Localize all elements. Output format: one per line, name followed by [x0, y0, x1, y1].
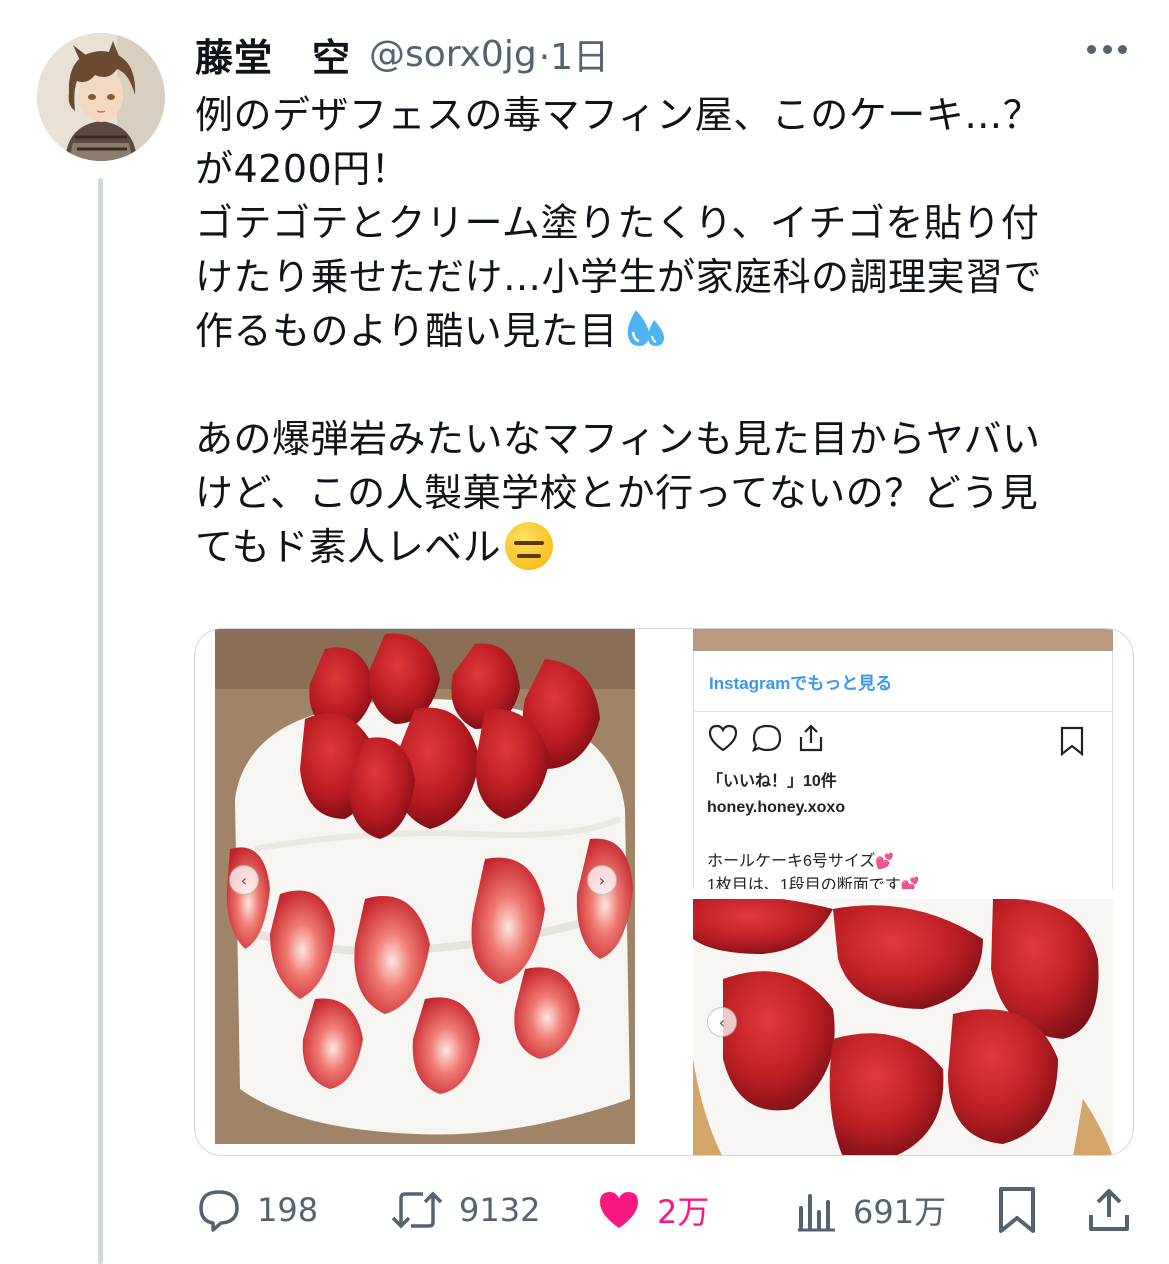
like-button[interactable]: 2万 [595, 1182, 709, 1238]
tweet-line-with-emoji: 作るものより酷い見た目 [195, 304, 1135, 358]
like-count: 2万 [657, 1193, 710, 1231]
bookmark-button[interactable] [995, 1182, 1053, 1238]
carousel-next-icon[interactable]: › [587, 865, 617, 895]
carousel-prev-icon[interactable]: ‹ [707, 1007, 737, 1037]
tweet-line: てもド素人レベル [195, 525, 502, 569]
views-chart-icon [798, 1194, 835, 1232]
instagram-username[interactable]: honey.honey.xoxo [707, 799, 845, 817]
carousel-prev-icon[interactable]: ‹ [229, 865, 259, 895]
heart-filled-icon [600, 1192, 638, 1228]
avatar[interactable] [37, 33, 165, 161]
instagram-comment-icon[interactable] [751, 723, 783, 753]
share-button[interactable] [1085, 1182, 1147, 1238]
instagram-caption-text: ホールケーキ6号サイズ [707, 853, 876, 870]
instagram-actions [707, 723, 827, 753]
instagram-caption-line: 1枚目は、1段目の断面です💕 [707, 871, 920, 889]
expressionless-face-emoji-icon [505, 522, 554, 570]
reply-icon [199, 1190, 239, 1232]
reply-button[interactable]: 198 [195, 1182, 318, 1238]
tweet-line: ゴテゴテとクリーム塗りたくり、イチゴを貼り付 [195, 201, 1040, 245]
retweet-count: 9132 [459, 1191, 541, 1229]
tweet-media[interactable]: ‹ › Instagramでもっと見る 「いいね！」10件 honey.hone… [194, 628, 1134, 1156]
instagram-bookmark-icon[interactable] [1059, 725, 1085, 757]
tweet-time[interactable]: ·1日 [539, 28, 609, 80]
tweet-line: 作るものより酷い見た目 [195, 309, 618, 353]
thread-line [98, 178, 103, 1264]
instagram-caption-text: 1枚目は、1段目の断面です [707, 877, 901, 889]
author-display-name[interactable]: 藤堂 空 [195, 27, 351, 82]
views-count: 691万 [853, 1193, 947, 1231]
tweet-header: 藤堂 空 @sorx0jg ·1日 [195, 26, 609, 82]
retweet-icon [391, 1191, 443, 1229]
instagram-separator [693, 711, 1113, 712]
sweat-droplets-emoji-icon [622, 306, 668, 352]
share-icon [1089, 1189, 1129, 1231]
tweet-line-with-emoji: てもド素人レベル [195, 520, 1135, 574]
strawberry-top-photo[interactable]: ‹ [693, 899, 1113, 1155]
tweet-line: が4200円！ [195, 147, 410, 191]
two-hearts-icon: 💕 [875, 853, 895, 870]
instagram-share-icon[interactable] [795, 723, 827, 753]
tweet-line: あの爆弾岩みたいなマフィンも見た目からヤバい [195, 417, 1041, 461]
instagram-heart-icon[interactable] [707, 723, 739, 753]
media-divider [635, 629, 693, 1155]
anime-avatar-icon [37, 33, 165, 161]
instagram-caption-line: ホールケーキ6号サイズ💕 [707, 847, 894, 871]
instagram-likes: 「いいね！」10件 [707, 773, 837, 790]
retweet-button[interactable]: 9132 [389, 1182, 540, 1238]
tweet-text: 例のデザフェスの毒マフィン屋、このケーキ…？ が4200円！ ゴテゴテとクリーム… [195, 88, 1135, 574]
tweet-actions: 198 9132 2万 691万 [195, 1182, 1135, 1238]
reply-count: 198 [257, 1191, 319, 1229]
views-button[interactable]: 691万 [795, 1182, 946, 1238]
author-handle[interactable]: @sorx0jg [369, 34, 537, 75]
tweet-line: 例のデザフェスの毒マフィン屋、このケーキ…？ [195, 93, 1042, 137]
tweet-line: けど、この人製菓学校とか行ってないの？どう見 [195, 471, 1039, 515]
tweet-line: けたり乗せただけ…小学生が家庭科の調理実習で [195, 255, 1043, 299]
instagram-embed[interactable]: Instagramでもっと見る 「いいね！」10件 honey.honey.xo… [693, 629, 1113, 889]
instagram-image-strip [693, 629, 1113, 651]
strawberry-cake-photo[interactable]: ‹ › [215, 629, 635, 1144]
two-hearts-icon: 💕 [900, 877, 920, 889]
more-options-icon[interactable] [1087, 42, 1127, 56]
instagram-more-link[interactable]: Instagramでもっと見る [709, 669, 892, 694]
bookmark-icon [999, 1187, 1035, 1233]
